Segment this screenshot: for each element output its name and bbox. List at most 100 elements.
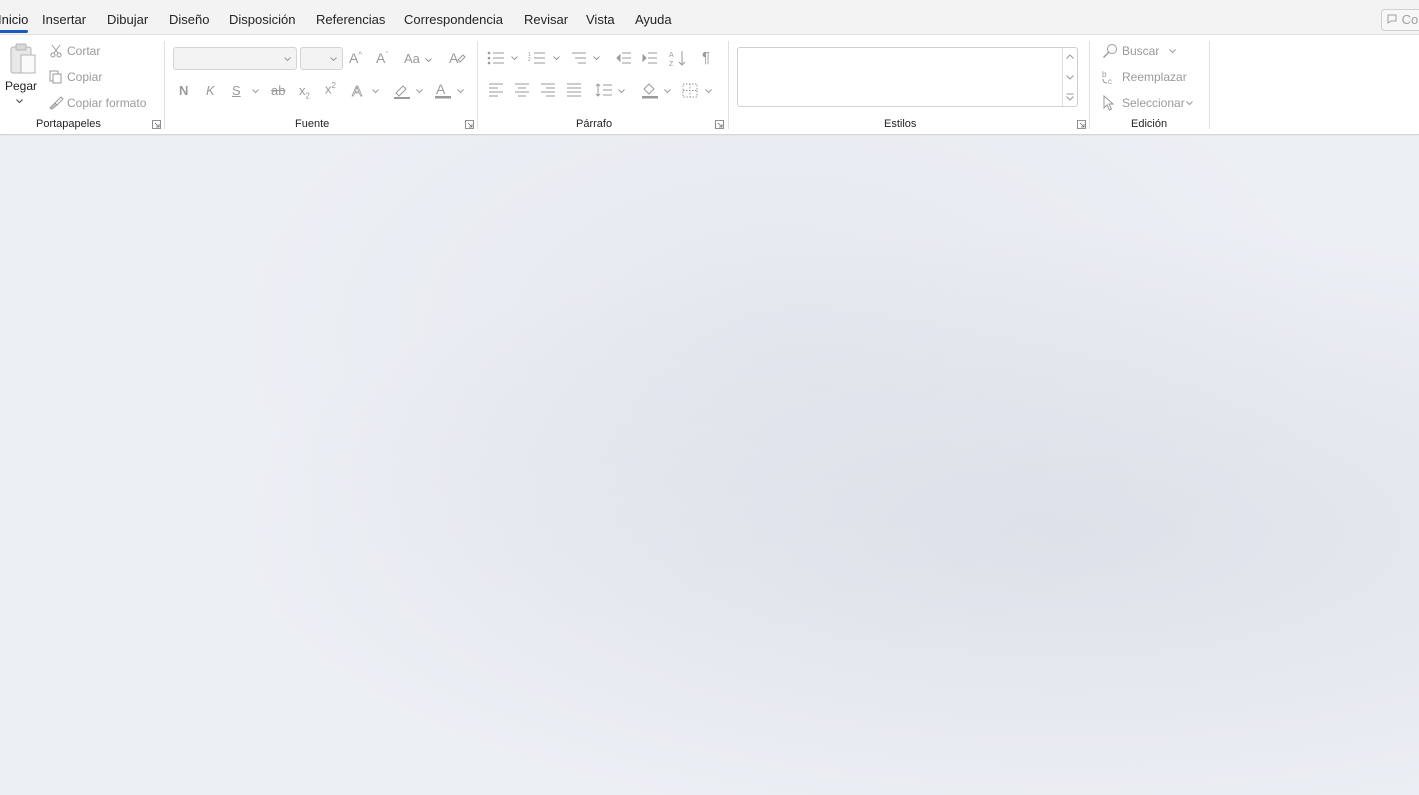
chevron-down-icon [284,57,291,62]
tab-disposicion[interactable]: Disposición [229,12,295,27]
chevron-down-icon [511,56,518,61]
chevron-down-icon [593,56,600,61]
group-divider [1209,41,1210,129]
chevron-down-icon [425,58,432,63]
clipboard-group-label: Portapapeles [36,118,101,130]
tab-revisar[interactable]: Revisar [524,12,568,27]
comment-icon [1387,14,1397,24]
grow-font-icon[interactable]: A^ [349,50,362,66]
format-painter-label: Copiar formato [67,96,147,110]
borders-icon[interactable] [682,83,698,98]
select-label: Seleccionar [1122,96,1185,110]
text-effects-icon[interactable]: A [351,82,367,103]
numbering-icon[interactable]: 12 [528,51,546,65]
chevron-down-icon [1186,101,1193,106]
chevron-down-icon [457,89,464,94]
font-color-icon[interactable]: A [434,81,452,105]
copy-label: Copiar [67,70,103,84]
clipboard-icon [10,43,36,74]
dialog-launcher-icon[interactable] [152,120,161,129]
dialog-launcher-icon[interactable] [1077,120,1086,129]
justify-icon[interactable] [566,83,582,97]
group-divider [477,41,478,129]
replace-button[interactable]: bc Reemplazar [1102,69,1192,87]
change-case-button[interactable]: Aa [404,51,420,66]
styles-group-label: Estilos [884,118,917,130]
copy-icon [49,70,62,84]
strikethrough-button[interactable]: ab [271,83,285,98]
select-button[interactable]: Seleccionar [1102,95,1197,113]
tab-referencias[interactable]: Referencias [316,12,385,27]
line-spacing-icon[interactable] [595,82,613,98]
highlight-icon[interactable] [393,82,411,105]
group-divider [728,41,729,129]
svg-text:A: A [449,50,459,66]
bold-button[interactable]: N [179,83,188,98]
font-name-combo[interactable] [173,47,297,70]
shrink-font-icon[interactable]: Aˇ [376,50,388,66]
svg-text:Z: Z [669,61,674,67]
menu-bar: Inicio Insertar Dibujar Diseño Disposici… [0,0,1419,35]
chevron-down-icon [416,89,423,94]
tab-vista[interactable]: Vista [586,12,615,27]
tab-correspondencia[interactable]: Correspondencia [404,12,503,27]
chevron-down-icon [16,99,23,104]
svg-text:A: A [669,52,674,59]
ribbon: Pegar Cortar Copiar Copiar formato Porta… [0,35,1419,135]
styles-gallery-scroll [1062,48,1077,106]
chevron-down-icon [664,89,671,94]
styles-gallery[interactable] [737,47,1078,107]
tab-insertar[interactable]: Insertar [42,12,86,27]
more-styles-icon[interactable] [1066,93,1074,101]
svg-text:c: c [1108,77,1112,85]
editing-group-label: Edición [1131,118,1168,130]
italic-button[interactable]: K [206,83,215,98]
clear-formatting-icon[interactable]: A [448,50,466,66]
replace-label: Reemplazar [1122,70,1187,84]
tab-inicio[interactable]: Inicio [0,12,29,33]
find-button[interactable]: Buscar [1102,43,1182,61]
bullets-icon[interactable] [487,51,505,65]
font-group-label: Fuente [295,118,330,130]
align-left-icon[interactable] [488,83,504,97]
chevron-down-icon [553,56,560,61]
chevron-down-icon[interactable] [1066,75,1074,80]
scissors-icon [50,44,62,58]
svg-text:b: b [1102,70,1107,79]
chevron-down-icon [705,89,712,94]
decrease-indent-icon[interactable] [616,51,632,65]
underline-label: S [232,83,241,98]
svg-text:A: A [352,83,362,98]
sort-icon[interactable]: AZ [669,49,687,67]
chevron-up-icon[interactable] [1066,54,1074,59]
align-right-icon[interactable] [540,83,556,97]
dialog-launcher-icon[interactable] [465,120,474,129]
tab-ayuda[interactable]: Ayuda [635,12,672,27]
font-size-combo[interactable] [300,47,343,70]
dialog-launcher-icon[interactable] [715,120,724,129]
superscript-icon[interactable]: x2 [325,81,336,96]
underline-button[interactable]: S [232,83,241,98]
chevron-down-icon [372,89,379,94]
increase-indent-icon[interactable] [642,51,658,65]
align-center-icon[interactable] [514,83,530,97]
comments-label: Co [1401,12,1419,27]
subscript-icon[interactable]: x2 [299,83,310,101]
document-canvas[interactable] [0,136,1419,795]
cut-label: Cortar [67,44,101,58]
chevron-down-icon [1169,49,1176,54]
chevron-down-icon [252,89,259,94]
cursor-arrow-icon [1103,95,1115,111]
change-case-label: Aa [404,51,420,66]
show-marks-icon[interactable]: ¶ [702,49,710,66]
tab-diseno[interactable]: Diseño [169,12,209,27]
bold-label: N [179,83,189,98]
paste-button[interactable]: Pegar [3,41,39,107]
group-divider [1089,41,1090,129]
shading-icon[interactable] [641,81,659,99]
svg-text:2: 2 [528,57,531,63]
italic-label: K [206,83,215,98]
tab-dibujar[interactable]: Dibujar [107,12,148,27]
multilevel-list-icon[interactable] [570,51,588,65]
comments-button[interactable]: Co [1381,9,1419,31]
